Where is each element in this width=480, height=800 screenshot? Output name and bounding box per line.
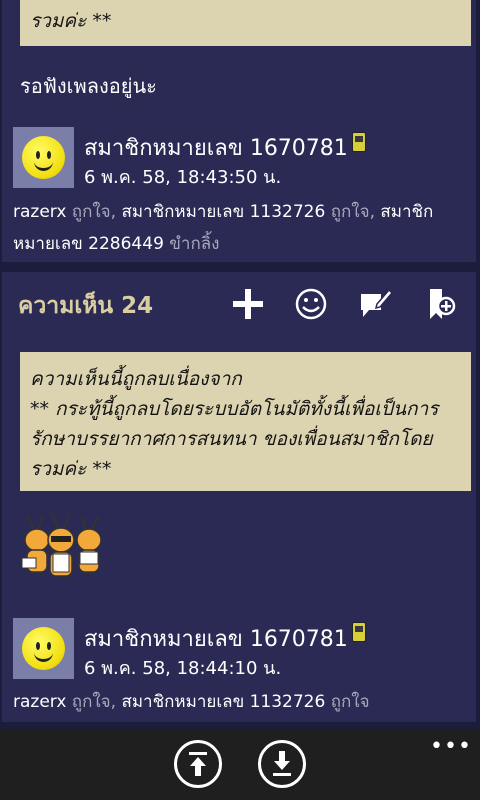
reaction-label: ถูกใจ, xyxy=(71,202,117,222)
smiley-avatar-icon xyxy=(22,627,65,670)
bookmark-add-icon[interactable] xyxy=(422,286,462,322)
deleted-notice: ความเห็นนี้ถูกลบเนื่องจาก ** กระทู้นี้ถู… xyxy=(20,352,471,491)
mobile-device-icon xyxy=(352,622,366,642)
timestamp: 6 พ.ค. 58, 18:43:50 น. xyxy=(84,167,282,188)
deleted-notice: รวมค่ะ ** xyxy=(20,0,471,46)
reactor-name[interactable]: razerx xyxy=(13,692,66,712)
smiley-avatar-icon xyxy=(22,136,65,179)
avatar[interactable] xyxy=(13,127,74,188)
plus-icon[interactable] xyxy=(228,286,268,322)
deleted-notice-line: ความเห็นนี้ถูกลบเนื่องจาก xyxy=(30,368,242,390)
scroll-bottom-icon[interactable] xyxy=(258,740,306,788)
reaction-label: ถูกใจ, xyxy=(330,202,375,222)
deleted-notice-line: รักษาบรรยากาศการสนทนา ของเพื่อนสมาชิกโดย xyxy=(30,428,433,450)
mobile-device-icon xyxy=(352,132,366,152)
reaction-list: razerx ถูกใจ, สมาชิกหมายเลข 1132726 ถูกใ… xyxy=(13,196,453,260)
reaction-label: ขำกลิ้ง xyxy=(169,234,220,254)
post-card: รวมค่ะ ** รอฟังเพลงอยู่นะ สมาชิกหมายเลข … xyxy=(2,0,476,262)
comment-title: ความเห็น 24 xyxy=(18,293,154,319)
member-name[interactable]: สมาชิกหมายเลข 1670781 xyxy=(84,130,348,165)
reaction-list: razerx ถูกใจ, สมาชิกหมายเลข 1132726 ถูกใ… xyxy=(13,686,453,718)
deleted-notice-line: ** กระทู้นี้ถูกลบโดยระบบอัตโนมัติทั้งนี้… xyxy=(30,398,439,420)
reaction-label: ถูกใจ, xyxy=(71,692,117,712)
reactor-name[interactable]: สมาชิกหมายเลข 1132726 xyxy=(121,202,325,222)
app-bar: ••• xyxy=(0,730,480,800)
reaction-label: ถูกใจ xyxy=(330,692,370,712)
more-options-button[interactable]: ••• xyxy=(430,734,472,759)
deleted-notice-tail: รวมค่ะ ** xyxy=(30,10,112,32)
deleted-notice-line: รวมค่ะ ** xyxy=(30,458,112,480)
sticker-image xyxy=(20,510,108,582)
timestamp: 6 พ.ค. 58, 18:44:10 น. xyxy=(84,658,282,679)
scroll-top-icon[interactable] xyxy=(174,740,222,788)
member-name[interactable]: สมาชิกหมายเลข 1670781 xyxy=(84,621,348,656)
reactor-name[interactable]: razerx xyxy=(13,202,66,222)
comment-card: ความเห็น 24 ความเห็นนี้ถูกลบเนื่องจาก **… xyxy=(2,272,476,722)
smiley-icon[interactable] xyxy=(291,286,331,322)
edit-note-icon[interactable] xyxy=(355,286,395,322)
avatar[interactable] xyxy=(13,618,74,679)
reactor-name[interactable]: สมาชิกหมายเลข 1132726 xyxy=(121,692,325,712)
status-text: รอฟังเพลงอยู่นะ xyxy=(20,74,157,98)
